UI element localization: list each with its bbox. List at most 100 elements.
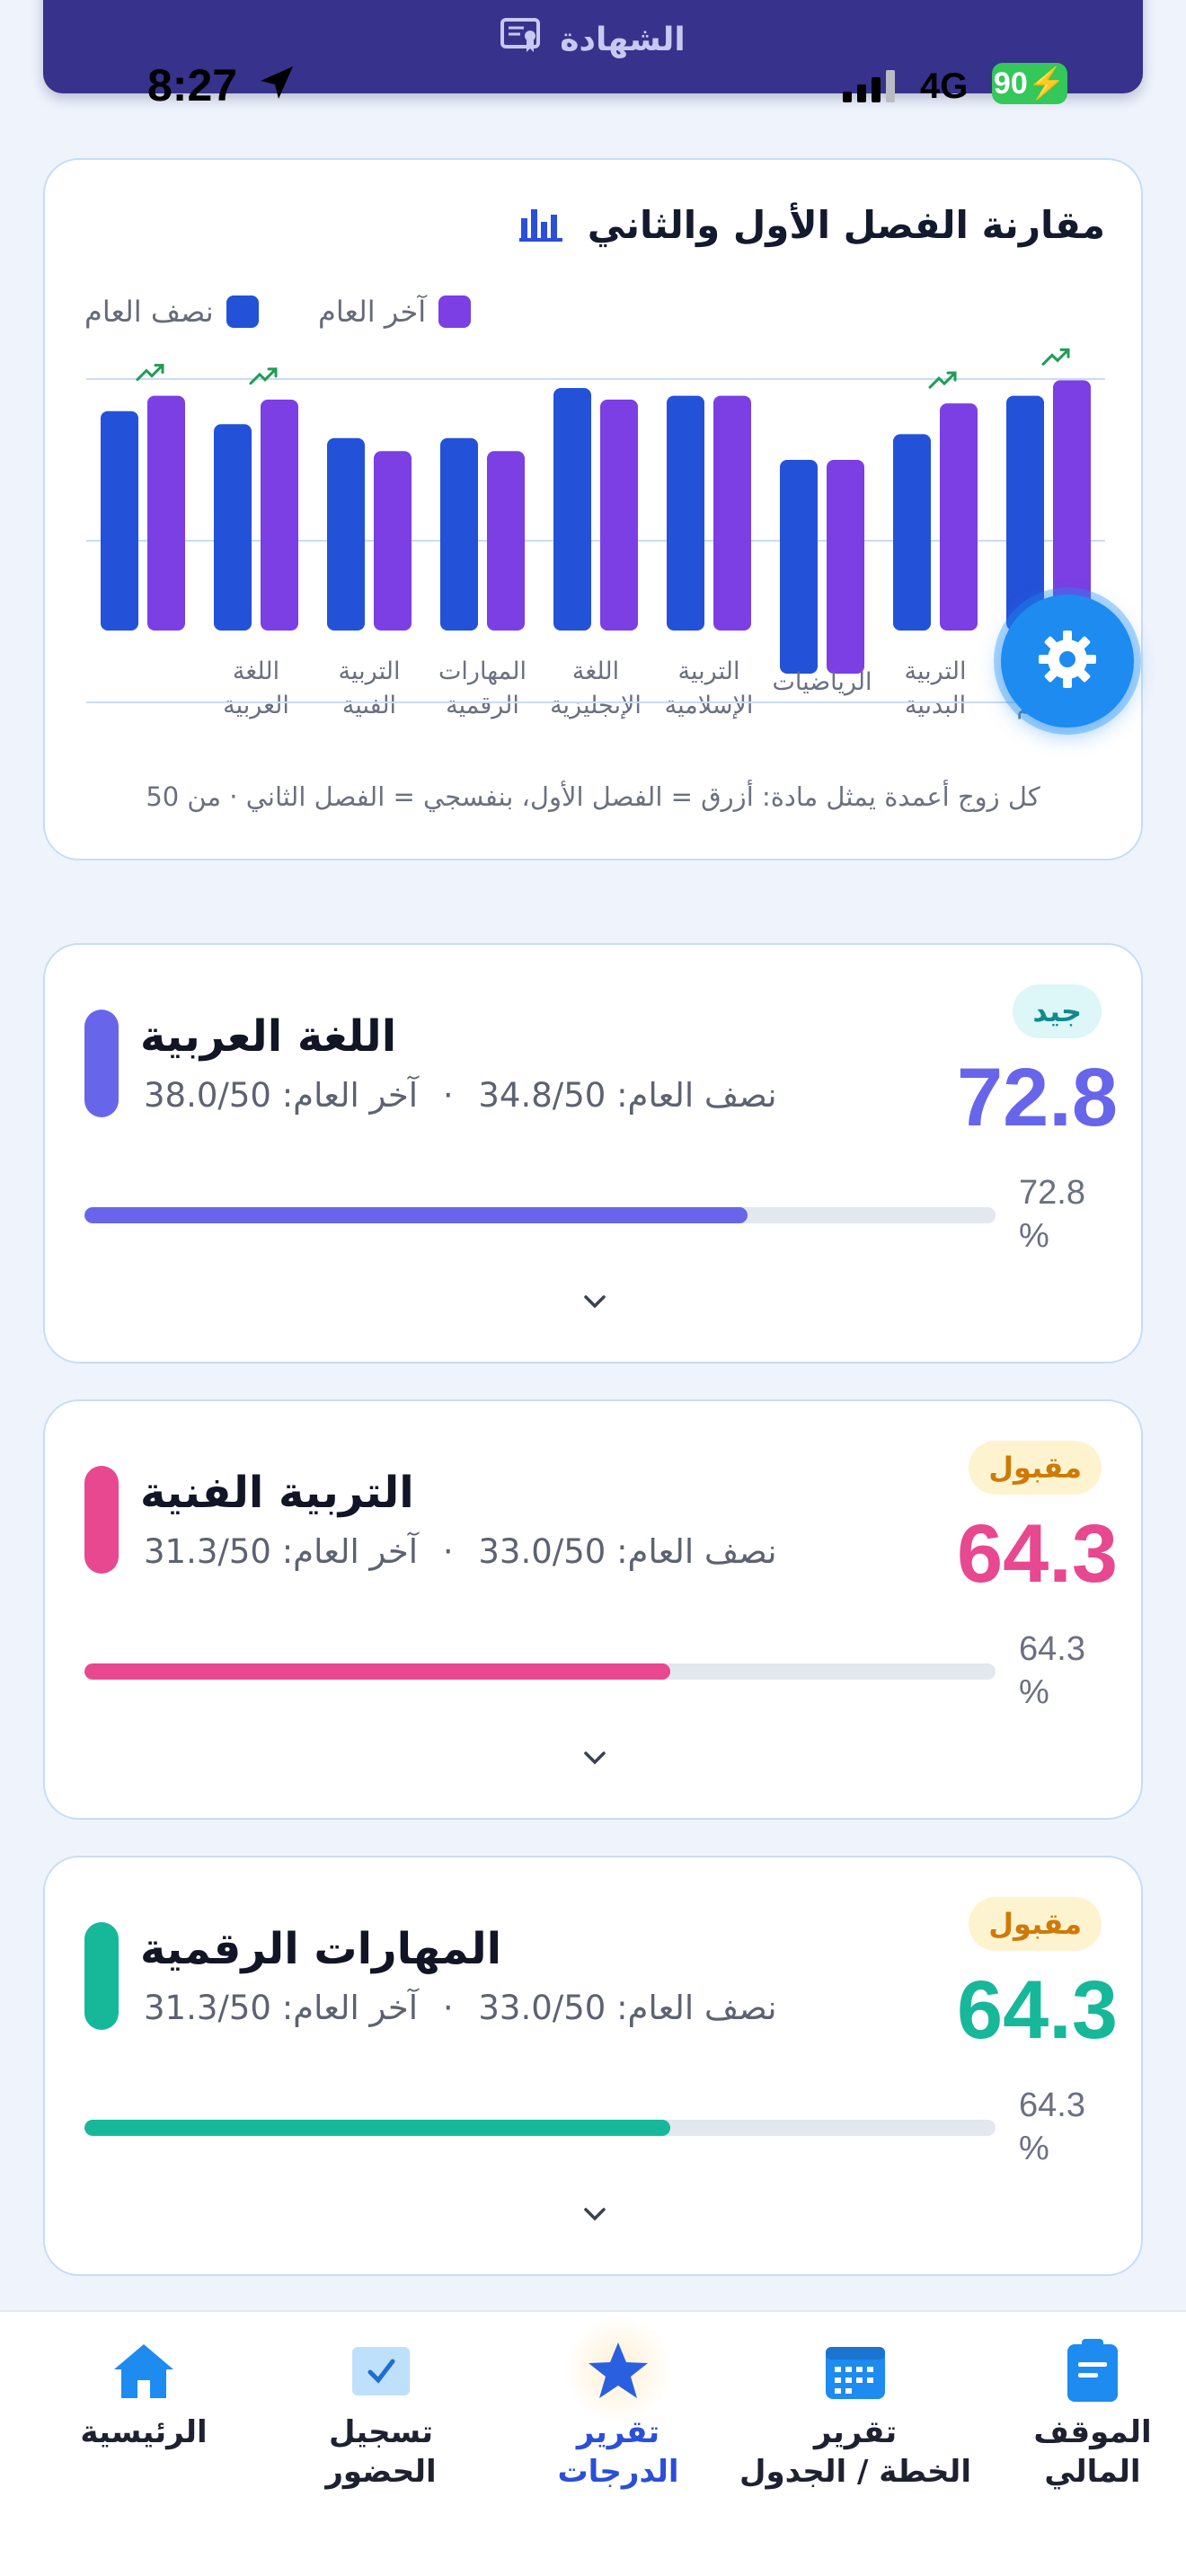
x-tick-label: المهارات — [438, 657, 527, 685]
progress-fill — [84, 1663, 670, 1680]
bar-final — [374, 451, 412, 631]
bar-final — [713, 395, 751, 631]
x-tick-label: اللغة — [572, 657, 619, 685]
comparison-bar-chart: القرآنالكريمالتربيةالبدنيةالرياضياتالترب… — [86, 348, 1105, 719]
nav-label-financial: الموقف المالي — [1033, 2414, 1152, 2490]
progress-track — [84, 1663, 996, 1680]
bar-final — [1053, 380, 1091, 631]
nav-label-home: الرئيسية — [80, 2414, 208, 2450]
bottom-navigation: الموقف المالي تقرير الخطة / الجدول تقرير… — [0, 2310, 1186, 2576]
x-tick-label: الإنجليزية — [550, 692, 642, 719]
progress-track — [84, 2120, 996, 2136]
x-tick-label: التربية — [678, 657, 740, 685]
x-tick-label: التربية — [905, 657, 967, 685]
bar-final — [487, 451, 525, 631]
grade-badge: مقبول — [969, 1441, 1102, 1495]
mid-year-label: نصف العام: — [616, 1076, 777, 1115]
subject-name: التربية الفنية — [140, 1468, 414, 1518]
subject-score: 64.3 — [956, 1964, 1118, 2056]
trend-up-icon — [136, 364, 164, 382]
final-label: آخر العام: — [281, 1989, 419, 2027]
progress-percent: 64.3 % — [1019, 2086, 1085, 2167]
bar-mid-year — [214, 424, 252, 631]
progress-fill — [84, 2120, 670, 2136]
nav-attendance[interactable]: تسجيل الحضور — [262, 2312, 500, 2519]
calendar-icon — [818, 2333, 893, 2409]
trend-up-icon — [928, 371, 957, 389]
gear-icon — [1035, 627, 1100, 695]
battery-indicator: 90⚡ — [992, 63, 1067, 104]
bar-mid-year — [440, 437, 478, 631]
final-label: آخر العام: — [281, 1532, 419, 1571]
nav-home[interactable]: الرئيسية — [25, 2312, 262, 2519]
progress-percent: 72.8 % — [1019, 1174, 1085, 1255]
chevron-down-icon[interactable] — [580, 1748, 609, 1769]
x-tick-label: العربية — [223, 692, 289, 719]
nav-label-grades: تقرير الدرجات — [557, 2414, 679, 2490]
chart-caption: كل زوج أعمدة يمثل مادة: أزرق = الفصل الأ… — [146, 781, 1040, 812]
nav-label-attendance: تسجيل الحضور — [325, 2414, 437, 2490]
final-value: 31.3/50 — [144, 1532, 271, 1571]
grade-badge: مقبول — [969, 1897, 1102, 1951]
final-value: 38.0/50 — [144, 1076, 271, 1115]
checkbox-icon — [343, 2333, 419, 2409]
bar-final — [600, 399, 638, 631]
grade-badge: جيد — [1013, 984, 1102, 1038]
clipboard-icon — [1055, 2333, 1130, 2409]
nav-plan-schedule-report[interactable]: تقرير الخطة / الجدول — [737, 2312, 974, 2519]
subject-color-bar — [84, 1466, 119, 1574]
bar-final — [827, 460, 864, 674]
semester-comparison-card: مقارنة الفصل الأول والثاني نصف العام آخر… — [43, 158, 1143, 860]
x-tick-label: اللغة — [233, 657, 279, 685]
subject-name: اللغة العربية — [140, 1011, 397, 1062]
mid-year-value: 34.8/50 — [478, 1076, 606, 1115]
separator-dot: · — [442, 1989, 454, 2027]
mid-year-label: نصف العام: — [616, 1532, 777, 1571]
bar-mid-year — [893, 434, 931, 631]
progress-percent: 64.3 % — [1019, 1630, 1085, 1711]
chevron-down-icon[interactable] — [580, 1292, 609, 1313]
nav-grades-report[interactable]: تقرير الدرجات — [500, 2312, 737, 2519]
star-icon — [580, 2333, 656, 2409]
bar-mid-year — [101, 410, 138, 631]
x-tick-label: التربية — [339, 657, 401, 685]
subject-card[interactable]: التربية الفنية نصف العام: 33.0/50 · آخر … — [43, 1399, 1143, 1820]
settings-fab[interactable] — [1001, 595, 1134, 728]
separator-dot: · — [442, 1076, 454, 1115]
nav-financial-status[interactable]: الموقف المالي — [974, 2312, 1186, 2519]
subject-card[interactable]: اللغة العربية نصف العام: 34.8/50 · آخر ا… — [43, 943, 1143, 1363]
bar-final — [147, 395, 185, 631]
location-arrow-icon — [257, 63, 296, 106]
subject-name: المهارات الرقمية — [140, 1924, 502, 1974]
subject-score: 64.3 — [956, 1508, 1118, 1600]
x-tick-label: الإسلامية — [665, 692, 754, 719]
mid-year-value: 33.0/50 — [478, 1532, 606, 1571]
x-tick-label: البدنية — [905, 692, 966, 719]
subject-scores: نصف العام: 33.0/50 · آخر العام: 31.3/50 — [144, 1532, 777, 1571]
subject-scores: نصف العام: 33.0/50 · آخر العام: 31.3/50 — [144, 1989, 777, 2027]
x-tick-label: الرقمية — [446, 692, 519, 719]
status-time: 8:27 — [147, 60, 238, 110]
signal-icon — [843, 70, 906, 106]
subject-color-bar — [84, 1010, 119, 1117]
network-type: 4G — [920, 66, 969, 106]
chevron-down-icon[interactable] — [580, 2204, 609, 2226]
final-value: 31.3/50 — [144, 1989, 271, 2027]
battery-level: 90 — [993, 66, 1028, 101]
mid-year-label: نصف العام: — [616, 1989, 777, 2027]
status-bar: 8:27 4G 90⚡ — [0, 52, 1186, 124]
final-label: آخر العام: — [281, 1076, 419, 1115]
subject-card[interactable]: المهارات الرقمية نصف العام: 33.0/50 · آخ… — [43, 1856, 1143, 2276]
trend-up-icon — [249, 367, 278, 385]
subject-scores: نصف العام: 34.8/50 · آخر العام: 38.0/50 — [144, 1076, 777, 1115]
bar-final — [261, 399, 298, 631]
bar-mid-year — [667, 395, 704, 631]
mid-year-value: 33.0/50 — [478, 1989, 606, 2027]
separator-dot: · — [442, 1532, 454, 1571]
bar-mid-year — [1006, 395, 1044, 631]
nav-label-plan: تقرير الخطة / الجدول — [739, 2414, 971, 2490]
bar-final — [940, 403, 978, 631]
subject-score: 72.8 — [956, 1052, 1118, 1143]
trend-up-icon — [1041, 348, 1070, 366]
x-tick-label: الفنية — [342, 692, 396, 719]
